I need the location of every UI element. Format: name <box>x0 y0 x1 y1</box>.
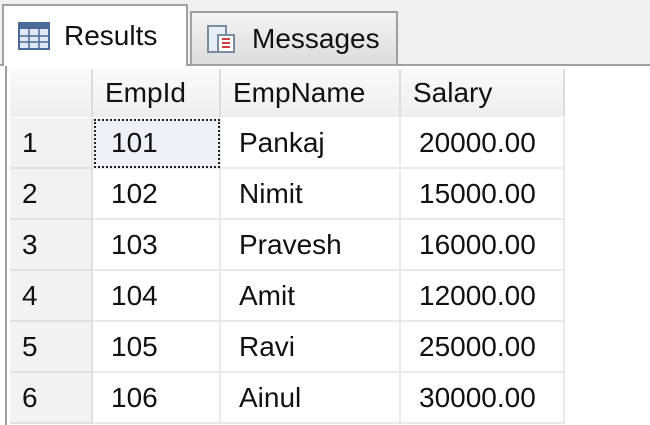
messages-icon <box>207 24 235 53</box>
cell-salary[interactable]: 16000.00 <box>401 220 565 271</box>
cell-empid[interactable]: 106 <box>93 373 221 424</box>
row-number[interactable]: 5 <box>10 322 93 373</box>
cell-empname[interactable]: Nimit <box>221 169 401 220</box>
tab-results[interactable]: Results <box>2 4 188 66</box>
row-number[interactable]: 1 <box>10 118 93 169</box>
grid-icon <box>18 22 50 50</box>
results-tab-bar: Results Messages <box>0 0 650 66</box>
column-header-empname[interactable]: EmpName <box>221 69 401 117</box>
cell-empname[interactable]: Ainul <box>221 373 401 424</box>
column-header-salary[interactable]: Salary <box>401 69 565 117</box>
cell-salary[interactable]: 20000.00 <box>401 118 565 169</box>
row-number[interactable]: 4 <box>10 271 93 322</box>
results-grid: EmpId EmpName Salary 1 101 Pankaj 20000.00 2… <box>5 66 650 425</box>
cell-empid[interactable]: 101 <box>93 118 221 169</box>
cell-empid[interactable]: 103 <box>93 220 221 271</box>
cell-salary[interactable]: 30000.00 <box>401 373 565 424</box>
table-row: 2 102 Nimit 15000.00 <box>7 169 567 220</box>
column-header-empid[interactable]: EmpId <box>93 69 221 117</box>
tab-messages[interactable]: Messages <box>190 11 398 64</box>
cell-empname[interactable]: Pankaj <box>221 118 401 169</box>
row-number[interactable]: 6 <box>10 373 93 424</box>
cell-salary[interactable]: 25000.00 <box>401 322 565 373</box>
table-row: 5 105 Ravi 25000.00 <box>7 322 567 373</box>
cell-empid[interactable]: 102 <box>93 169 221 220</box>
table-row: 6 106 Ainul 30000.00 <box>7 373 567 424</box>
row-header-corner[interactable] <box>10 69 93 117</box>
row-number[interactable]: 3 <box>10 220 93 271</box>
tab-results-label: Results <box>64 20 158 51</box>
cell-empname[interactable]: Amit <box>221 271 401 322</box>
cell-empname[interactable]: Ravi <box>221 322 401 373</box>
row-number[interactable]: 2 <box>10 169 93 220</box>
cell-empid[interactable]: 105 <box>93 322 221 373</box>
cell-salary[interactable]: 15000.00 <box>401 169 565 220</box>
table-row: 1 101 Pankaj 20000.00 <box>7 118 567 169</box>
table-row: 4 104 Amit 12000.00 <box>7 271 567 322</box>
cell-salary[interactable]: 12000.00 <box>401 271 565 322</box>
cell-empname[interactable]: Pravesh <box>221 220 401 271</box>
cell-empid[interactable]: 104 <box>93 271 221 322</box>
table-row: 3 103 Pravesh 16000.00 <box>7 220 567 271</box>
tab-messages-label: Messages <box>252 22 380 54</box>
